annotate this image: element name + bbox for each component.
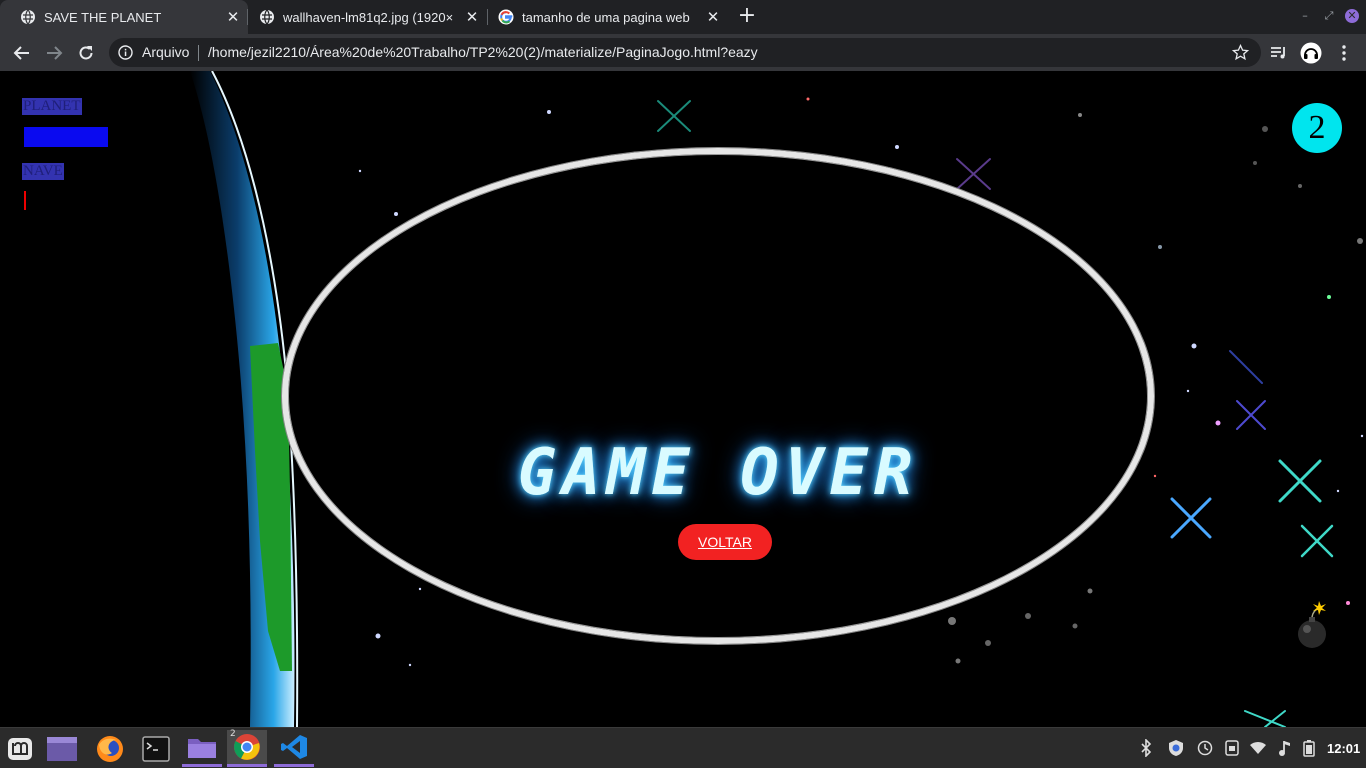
tab-title: SAVE THE PLANET bbox=[44, 9, 162, 25]
bluetooth-icon[interactable] bbox=[1137, 738, 1155, 758]
back-button[interactable] bbox=[9, 40, 35, 66]
new-tab-button[interactable]: + bbox=[735, 5, 759, 29]
close-tab-icon[interactable]: ✕ bbox=[226, 8, 240, 26]
os-taskbar: 2 12:01 bbox=[0, 727, 1366, 768]
browser-tab-strip: SAVE THE PLANET ✕ wallhaven-lm81q2.jpg (… bbox=[0, 0, 1366, 34]
update-icon[interactable] bbox=[1196, 738, 1214, 758]
url-text[interactable]: /home/jezil2210/Área%20de%20Trabalho/TP2… bbox=[208, 44, 758, 60]
browser-toolbar: Arquivo /home/jezil2210/Área%20de%20Trab… bbox=[0, 34, 1366, 71]
reload-icon bbox=[79, 46, 93, 60]
media-controls-button[interactable] bbox=[1266, 40, 1292, 66]
address-bar[interactable]: Arquivo /home/jezil2210/Área%20de%20Trab… bbox=[109, 38, 1261, 67]
tab-google-search[interactable]: tamanho de uma pagina web ✕ bbox=[478, 0, 728, 34]
forward-button[interactable] bbox=[41, 40, 67, 66]
game-page: PLANET NAVE 2 GAME OVER VOLTAR bbox=[0, 71, 1366, 727]
files-button[interactable] bbox=[182, 730, 222, 767]
vscode-icon bbox=[281, 735, 307, 759]
chrome-icon bbox=[234, 734, 260, 760]
voltar-button[interactable]: VOLTAR bbox=[678, 524, 772, 560]
globe-icon bbox=[260, 9, 274, 25]
mint-menu-button[interactable] bbox=[0, 730, 40, 767]
wifi-icon[interactable] bbox=[1249, 738, 1267, 758]
ship-health-bar bbox=[24, 191, 26, 210]
bomb-icon bbox=[1298, 601, 1326, 648]
info-icon[interactable] bbox=[118, 45, 133, 60]
minimize-icon[interactable]: – bbox=[1298, 9, 1312, 23]
globe-icon bbox=[21, 9, 35, 25]
firefox-button[interactable] bbox=[90, 730, 130, 767]
close-tab-icon[interactable]: ✕ bbox=[465, 8, 479, 26]
browser-menu-button[interactable] bbox=[1331, 40, 1357, 66]
headphones-extension-button[interactable] bbox=[1298, 40, 1324, 66]
planet-health-label: PLANET bbox=[22, 98, 82, 115]
bookmark-star-icon[interactable] bbox=[1232, 44, 1249, 61]
battery-icon[interactable] bbox=[1300, 738, 1318, 758]
tab-title: tamanho de uma pagina web bbox=[522, 9, 690, 25]
tab-wallhaven[interactable]: wallhaven-lm81q2.jpg (1920× ✕ bbox=[239, 0, 487, 34]
maximize-icon[interactable]: ⤢ bbox=[1322, 9, 1336, 23]
arrow-right-icon bbox=[47, 46, 63, 60]
sound-icon[interactable] bbox=[1276, 738, 1294, 758]
kebab-menu-icon bbox=[1342, 45, 1346, 61]
clock[interactable]: 12:01 bbox=[1327, 741, 1360, 756]
tab-title: wallhaven-lm81q2.jpg (1920× bbox=[283, 9, 454, 25]
omnibox-divider bbox=[198, 45, 199, 61]
clipboard-icon[interactable] bbox=[1223, 738, 1241, 758]
tab-save-the-planet[interactable]: SAVE THE PLANET ✕ bbox=[0, 0, 248, 34]
workspace-switcher-button[interactable] bbox=[42, 730, 82, 767]
reload-button[interactable] bbox=[73, 40, 99, 66]
game-over-title: GAME OVER bbox=[288, 436, 1148, 510]
window-count-badge: 2 bbox=[230, 729, 236, 739]
chrome-button[interactable]: 2 bbox=[227, 729, 267, 767]
game-over-modal: GAME OVER bbox=[282, 148, 1154, 644]
playlist-icon bbox=[1271, 47, 1285, 59]
firefox-icon bbox=[97, 735, 123, 762]
terminal-button[interactable] bbox=[136, 730, 176, 767]
terminal-icon bbox=[142, 735, 170, 762]
score-badge: 2 bbox=[1292, 103, 1342, 153]
close-window-icon[interactable]: ✕ bbox=[1345, 9, 1359, 23]
shield-icon[interactable] bbox=[1167, 738, 1185, 758]
arrow-left-icon bbox=[13, 46, 29, 60]
mint-menu-icon bbox=[8, 737, 32, 760]
close-tab-icon[interactable]: ✕ bbox=[706, 8, 720, 26]
headphones-icon bbox=[1300, 42, 1322, 64]
files-icon bbox=[188, 739, 216, 758]
google-icon bbox=[498, 9, 514, 25]
security-label: Arquivo bbox=[142, 44, 190, 60]
ship-health-label: NAVE bbox=[22, 163, 64, 180]
planet-health-bar bbox=[24, 127, 108, 147]
workspace-switcher-icon bbox=[47, 736, 77, 761]
vscode-button[interactable] bbox=[274, 730, 314, 767]
